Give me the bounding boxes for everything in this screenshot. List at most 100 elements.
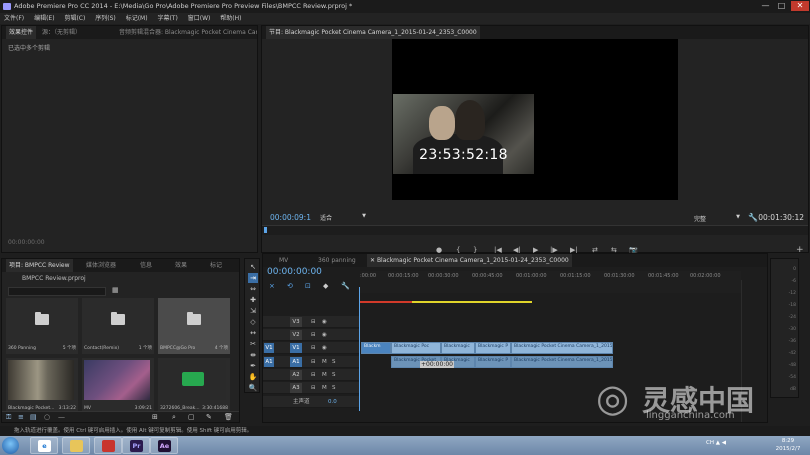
hand-tool-icon[interactable]: ✋ xyxy=(248,372,258,382)
zoom-slider-icon[interactable]: ○ xyxy=(44,413,50,421)
solo-button[interactable]: S xyxy=(332,357,336,367)
pen-tool-icon[interactable]: ✒ xyxy=(248,361,258,371)
add-marker-icon[interactable]: ⊡ xyxy=(305,282,311,290)
track-header-a2[interactable]: A2 ⊟ M S xyxy=(263,369,360,381)
playback-resolution-dropdown[interactable]: 完整 ▼ xyxy=(694,214,740,223)
menu-file[interactable]: 文件(F) xyxy=(0,13,28,24)
taskbar-premiere[interactable]: Pr xyxy=(122,437,150,454)
timeline-playhead[interactable] xyxy=(359,287,360,411)
track-header-a1[interactable]: A1 A1 ⊟ M S xyxy=(263,356,360,368)
menu-sequence[interactable]: 序列(S) xyxy=(91,13,120,24)
snap-icon[interactable]: ⨯ xyxy=(269,282,275,290)
settings-wrench-icon[interactable]: 🔧 xyxy=(341,282,350,290)
menu-help[interactable]: 帮助(H) xyxy=(216,13,245,24)
track-header-v2[interactable]: V2 ⊟ ◉ xyxy=(263,329,360,341)
tab-sequence-bmpcc[interactable]: ✕ Blackmagic Pocket Cinema Camera_1_2015… xyxy=(367,254,572,267)
mute-button[interactable]: M xyxy=(322,357,327,367)
ripple-edit-tool-icon[interactable]: ⇔ xyxy=(248,284,258,294)
clip-thumbnail[interactable]: Blackmagic Pocket... 3:13:22 xyxy=(6,358,78,414)
sync-lock-icon[interactable]: ⊟ xyxy=(311,383,316,393)
timeline-timecode[interactable]: 00:00:00:00 xyxy=(267,267,322,277)
program-current-timecode[interactable]: 00:00:09:1 xyxy=(270,213,311,222)
program-time-ruler[interactable] xyxy=(262,225,808,235)
bin-item-selected[interactable]: BMPCC@Go Pro 4 个项 xyxy=(158,298,230,354)
settings-wrench-icon[interactable]: 🔧 xyxy=(748,213,758,222)
track-name[interactable]: A3 xyxy=(290,383,302,393)
eye-icon[interactable]: ◉ xyxy=(322,330,327,340)
start-button[interactable] xyxy=(2,437,19,454)
mute-button[interactable]: M xyxy=(322,370,327,380)
menu-marker[interactable]: 标记(M) xyxy=(122,13,152,24)
tab-project[interactable]: 项目: BMPCC Review xyxy=(6,259,73,272)
taskbar-media[interactable] xyxy=(94,437,122,454)
timeline-clip[interactable]: Blackm xyxy=(361,342,391,354)
taskbar-explorer[interactable] xyxy=(62,437,90,454)
razor-tool-icon[interactable]: ✂ xyxy=(248,339,258,349)
master-volume-value[interactable]: 0.0 xyxy=(328,397,337,407)
timeline-vertical-scrollbar[interactable] xyxy=(741,280,767,422)
tab-effect-controls[interactable]: 效果控件 xyxy=(6,26,37,39)
tab-media-browser[interactable]: 媒体浏览器 xyxy=(86,259,116,272)
solo-button[interactable]: S xyxy=(332,370,336,380)
source-timecode[interactable]: 00:00:00:00 xyxy=(8,239,45,246)
timeline-clip[interactable]: Blackmagic Poc xyxy=(391,342,441,354)
tab-effects[interactable]: 效果 xyxy=(175,259,187,272)
track-select-tool-icon[interactable]: ⇥ xyxy=(248,273,258,283)
timeline-clip[interactable]: Blackmagic xyxy=(441,342,475,354)
tab-sequence-360[interactable]: 360 panning xyxy=(318,254,356,267)
lock-icon[interactable]: ⚿ xyxy=(6,413,11,422)
sync-lock-icon[interactable]: ⊟ xyxy=(311,330,316,340)
new-item-icon[interactable]: ✎ xyxy=(206,413,212,421)
track-name[interactable]: A1 xyxy=(290,357,302,367)
tab-sequence-mv[interactable]: MV xyxy=(279,254,288,267)
list-view-icon[interactable]: ≡ xyxy=(18,413,24,421)
rate-stretch-tool-icon[interactable]: ⇲ xyxy=(248,306,258,316)
timeline-audio-clip[interactable]: Blackmagic Pocket Cinema Camera_1_2015 xyxy=(511,356,613,368)
clip-thumbnail[interactable]: 3272606_Break... 3:30:41688 xyxy=(158,358,230,414)
track-header-v3[interactable]: V3 ⊟ ◉ xyxy=(263,316,360,328)
bin-item[interactable]: 360 Panning 5 个项 xyxy=(6,298,78,354)
timeline-clip[interactable]: Blackmagic P xyxy=(475,342,511,354)
icon-view-icon[interactable]: ▤ xyxy=(30,413,37,421)
track-name[interactable]: V2 xyxy=(290,330,302,340)
menu-clip[interactable]: 剪辑(C) xyxy=(60,13,89,24)
timeline-clip[interactable]: Blackmagic Pocket Cinema Camera_1_2015 xyxy=(511,342,613,354)
track-name[interactable]: V3 xyxy=(290,317,302,327)
mute-button[interactable]: M xyxy=(322,383,327,393)
automate-sequence-icon[interactable]: ⊞ xyxy=(152,413,158,421)
tab-program[interactable]: 节目: Blackmagic Pocket Cinema Camera_1_20… xyxy=(266,26,480,39)
source-patch-v1[interactable]: V1 xyxy=(264,343,274,353)
track-name[interactable]: A2 xyxy=(290,370,302,380)
close-button[interactable]: ✕ xyxy=(791,1,809,11)
sync-lock-icon[interactable]: ⊟ xyxy=(311,357,316,367)
taskbar-ie[interactable]: e xyxy=(30,437,58,454)
menu-title[interactable]: 字幕(T) xyxy=(153,13,181,24)
new-bin-icon[interactable]: ▢ xyxy=(188,413,195,421)
eye-icon[interactable]: ◉ xyxy=(322,343,327,353)
maximize-button[interactable]: □ xyxy=(775,1,788,11)
minimize-button[interactable]: — xyxy=(759,1,772,11)
rolling-edit-tool-icon[interactable]: ✚ xyxy=(248,295,258,305)
button-editor-add-icon[interactable]: + xyxy=(796,244,804,256)
selection-tool-icon[interactable]: ↖ xyxy=(248,262,258,272)
sync-lock-icon[interactable]: ⊟ xyxy=(311,317,316,327)
new-bin-icon[interactable]: ▦ xyxy=(112,286,119,294)
tab-source-monitor[interactable]: 源：（无剪辑） xyxy=(42,26,81,39)
linked-selection-icon[interactable]: ⟲ xyxy=(287,282,293,290)
taskbar-clock[interactable]: 8:29 2015/2/7 xyxy=(770,437,806,453)
taskbar-after-effects[interactable]: Ae xyxy=(150,437,178,454)
program-playhead[interactable] xyxy=(264,227,267,233)
razor-shape-icon[interactable]: ◇ xyxy=(248,317,258,327)
fit-dropdown[interactable]: 适合 ▼ xyxy=(320,213,366,222)
tab-info[interactable]: 信息 xyxy=(140,259,152,272)
sync-lock-icon[interactable]: ⊟ xyxy=(311,370,316,380)
zoom-tool-icon[interactable]: 🔍 xyxy=(248,383,258,393)
tab-markers[interactable]: 标记 xyxy=(210,259,222,272)
timeline-audio-clip[interactable]: Blackmagic P xyxy=(475,356,511,368)
eye-icon[interactable]: ◉ xyxy=(322,317,327,327)
project-search-input[interactable] xyxy=(8,287,106,296)
trash-icon[interactable]: 🗑 xyxy=(224,413,233,421)
bin-item[interactable]: Contact(Remix) 1 个项 xyxy=(82,298,154,354)
find-icon[interactable]: ⌕ xyxy=(172,413,176,422)
menu-edit[interactable]: 编辑(E) xyxy=(30,13,58,24)
